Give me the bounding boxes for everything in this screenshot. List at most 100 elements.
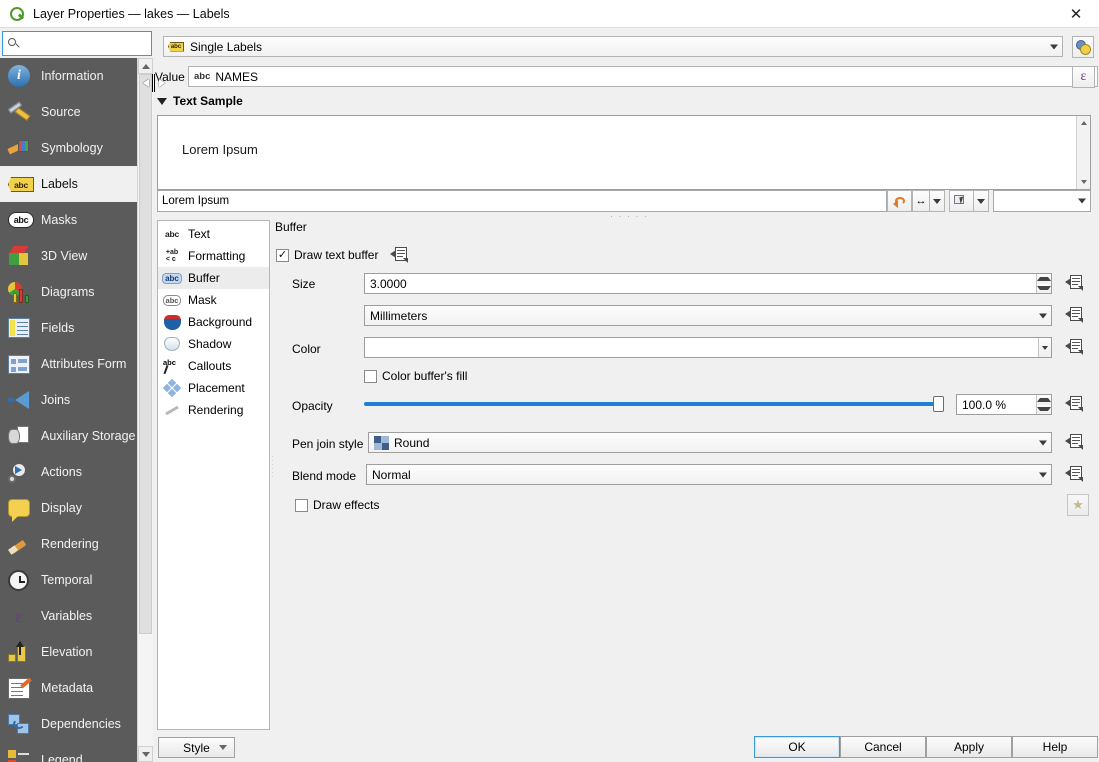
color-buffers-fill-checkbox[interactable] bbox=[364, 370, 377, 383]
blend-mode-combo[interactable]: Normal bbox=[366, 464, 1052, 485]
stepper-down-icon[interactable] bbox=[1037, 284, 1051, 294]
opacity-stepper[interactable] bbox=[1036, 395, 1051, 414]
text-sample-scrollbar[interactable] bbox=[1076, 116, 1090, 189]
cancel-button[interactable]: Cancel bbox=[840, 736, 926, 758]
scroll-down-arrow-icon[interactable] bbox=[138, 746, 153, 762]
sidebar-item-dependencies[interactable]: Dependencies bbox=[0, 706, 137, 742]
sidebar-item-fields[interactable]: Fields bbox=[0, 310, 137, 346]
sidebar-item-elevation[interactable]: Elevation bbox=[0, 634, 137, 670]
scroll-up-arrow-icon[interactable] bbox=[1077, 116, 1091, 130]
sidebar-item-legend[interactable]: Legend bbox=[0, 742, 137, 762]
sidebar-item-auxiliary-storage[interactable]: Auxiliary Storage bbox=[0, 418, 137, 454]
panel-item-buffer[interactable]: abc Buffer bbox=[158, 267, 269, 289]
sidebar-item-symbology[interactable]: Symbology bbox=[0, 130, 137, 166]
sidebar-item-display[interactable]: Display bbox=[0, 490, 137, 526]
panel-item-background[interactable]: Background bbox=[158, 311, 269, 333]
stepper-down-icon[interactable] bbox=[1037, 405, 1051, 415]
blend-mode-data-defined-button[interactable] bbox=[1063, 463, 1085, 485]
value-field-combo[interactable]: abc NAMES bbox=[188, 66, 1098, 87]
placement-icon bbox=[162, 379, 182, 397]
units-data-defined-button[interactable] bbox=[1063, 304, 1085, 326]
vertical-splitter-handle[interactable]: ······ bbox=[271, 455, 274, 479]
pen-join-style-combo[interactable]: Round bbox=[368, 432, 1052, 453]
draw-effects-settings-button[interactable]: ★ bbox=[1067, 494, 1089, 516]
buffer-size-stepper[interactable] bbox=[1036, 274, 1051, 293]
sidebar-item-3d-view[interactable]: 3D View bbox=[0, 238, 137, 274]
ok-button[interactable]: OK bbox=[754, 736, 840, 758]
panel-item-shadow[interactable]: Shadow bbox=[158, 333, 269, 355]
buffer-units-combo[interactable]: Millimeters bbox=[364, 305, 1052, 326]
sidebar-item-attributes-form[interactable]: Attributes Form bbox=[0, 346, 137, 382]
apply-button[interactable]: Apply bbox=[926, 736, 1012, 758]
scrollbar-track[interactable] bbox=[138, 74, 153, 746]
sidebar-item-information[interactable]: i Information bbox=[0, 58, 137, 94]
text-direction-button[interactable]: ↔ bbox=[912, 190, 930, 212]
sidebar-item-temporal[interactable]: Temporal bbox=[0, 562, 137, 598]
sample-background-combo[interactable] bbox=[993, 190, 1091, 212]
sidebar-item-diagrams[interactable]: Diagrams bbox=[0, 274, 137, 310]
panel-item-text[interactable]: abc Text bbox=[158, 223, 269, 245]
text-direction-dropdown[interactable] bbox=[930, 190, 945, 212]
sidebar-item-variables[interactable]: ε Variables bbox=[0, 598, 137, 634]
legend-icon bbox=[8, 747, 34, 762]
color-data-defined-button[interactable] bbox=[1063, 336, 1085, 358]
pen-join-style-data-defined-button[interactable] bbox=[1063, 431, 1085, 453]
scroll-down-arrow-icon[interactable] bbox=[1077, 175, 1091, 189]
pointer-select-dropdown[interactable] bbox=[974, 190, 989, 212]
style-button[interactable]: Style bbox=[158, 737, 235, 758]
sidebar-item-labels[interactable]: abc Labels bbox=[0, 166, 137, 202]
sidebar-item-metadata[interactable]: Metadata bbox=[0, 670, 137, 706]
opacity-label: Opacity bbox=[292, 399, 333, 413]
draw-effects-checkbox[interactable] bbox=[295, 499, 308, 512]
draw-text-buffer-data-defined-button[interactable] bbox=[388, 244, 410, 266]
pointer-select-button[interactable] bbox=[949, 190, 974, 212]
search-input[interactable] bbox=[23, 35, 182, 53]
opacity-slider-handle[interactable] bbox=[933, 396, 944, 412]
panel-item-label: Placement bbox=[188, 381, 245, 395]
opacity-slider[interactable] bbox=[364, 396, 944, 412]
automated-placement-settings-button[interactable] bbox=[1072, 36, 1094, 58]
mask-abc-icon: abc bbox=[162, 291, 182, 309]
sidebar-item-joins[interactable]: Joins bbox=[0, 382, 137, 418]
panel-item-mask[interactable]: abc Mask bbox=[158, 289, 269, 311]
buffer-size-input[interactable]: 3.0000 bbox=[364, 273, 1052, 294]
expression-button[interactable]: ε bbox=[1072, 66, 1095, 88]
sidebar-item-masks[interactable]: abc Masks bbox=[0, 202, 137, 238]
help-button[interactable]: Help bbox=[1012, 736, 1098, 758]
stepper-up-icon[interactable] bbox=[1037, 395, 1051, 405]
labeling-mode-combo[interactable]: abc Single Labels bbox=[163, 36, 1063, 57]
panel-item-label: Callouts bbox=[188, 359, 231, 373]
rendering-brush-icon bbox=[8, 531, 34, 557]
stepper-up-icon[interactable] bbox=[1037, 274, 1051, 284]
window-title: Layer Properties — lakes — Labels bbox=[33, 7, 230, 21]
draw-text-buffer-checkbox[interactable] bbox=[276, 249, 289, 262]
color-dropdown-icon[interactable] bbox=[1038, 338, 1051, 357]
buffer-color-button[interactable] bbox=[364, 337, 1052, 358]
search-box[interactable] bbox=[2, 31, 152, 56]
text-sample-input[interactable] bbox=[157, 190, 887, 212]
information-icon: i bbox=[8, 63, 34, 89]
revert-sample-button[interactable] bbox=[887, 190, 912, 212]
panel-item-placement[interactable]: Placement bbox=[158, 377, 269, 399]
scroll-up-arrow-icon[interactable] bbox=[138, 58, 153, 74]
sidebar-item-label: Dependencies bbox=[41, 717, 121, 731]
sidebar-scrollbar[interactable] bbox=[137, 58, 152, 762]
panel-item-formatting[interactable]: +ab< c Formatting bbox=[158, 245, 269, 267]
chevron-down-icon bbox=[1039, 313, 1047, 318]
sidebar-item-source[interactable]: Source bbox=[0, 94, 137, 130]
opacity-data-defined-button[interactable] bbox=[1063, 393, 1085, 415]
pen-join-style-label: Pen join style bbox=[292, 437, 363, 451]
pointer-select-icon bbox=[954, 194, 969, 208]
panel-item-rendering[interactable]: Rendering bbox=[158, 399, 269, 421]
sidebar-item-label: Actions bbox=[41, 465, 82, 479]
opacity-input[interactable]: 100.0 % bbox=[956, 394, 1052, 415]
splitter-handle[interactable]: · · · · · bbox=[610, 211, 649, 221]
sidebar-item-actions[interactable]: Actions bbox=[0, 454, 137, 490]
close-icon[interactable]: ✕ bbox=[1053, 0, 1099, 28]
panel-item-callouts[interactable]: abc Callouts bbox=[158, 355, 269, 377]
sidebar-item-rendering[interactable]: Rendering bbox=[0, 526, 137, 562]
text-sample-group-header[interactable]: Text Sample bbox=[157, 94, 243, 108]
scrollbar-thumb[interactable] bbox=[139, 74, 152, 634]
size-data-defined-button[interactable] bbox=[1063, 272, 1085, 294]
buffer-group-title: Buffer bbox=[275, 220, 307, 234]
